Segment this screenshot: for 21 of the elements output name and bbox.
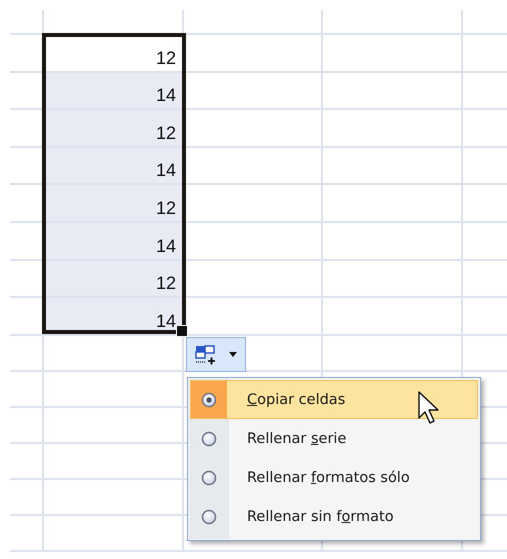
- grid-cell: [10, 10, 44, 35]
- grid-cell: [10, 516, 44, 552]
- grid-cell: 14: [44, 148, 184, 186]
- grid-cell: [10, 480, 44, 516]
- grid-cell: 12: [44, 260, 184, 298]
- grid-cell: [10, 336, 44, 372]
- grid-cell: 12: [44, 185, 184, 223]
- fill-handle[interactable]: [176, 325, 188, 337]
- grid-cell: 12: [44, 110, 184, 148]
- autofill-icon: [195, 344, 217, 364]
- menu-item[interactable]: Rellenar serie: [190, 419, 478, 458]
- menu-item[interactable]: Rellenar formatos sólo: [190, 458, 478, 497]
- grid-cell: [10, 408, 44, 444]
- grid-cell: 14: [44, 222, 184, 261]
- menu-item[interactable]: Rellenar sin formato: [190, 497, 478, 536]
- grid-cell: [10, 372, 44, 408]
- autofill-options-button[interactable]: [186, 337, 246, 372]
- grid-cell: [10, 444, 44, 480]
- grid-cell: 14: [44, 72, 184, 110]
- caret-icon: [229, 352, 237, 357]
- menu-item[interactable]: Copiar celdas: [190, 380, 478, 419]
